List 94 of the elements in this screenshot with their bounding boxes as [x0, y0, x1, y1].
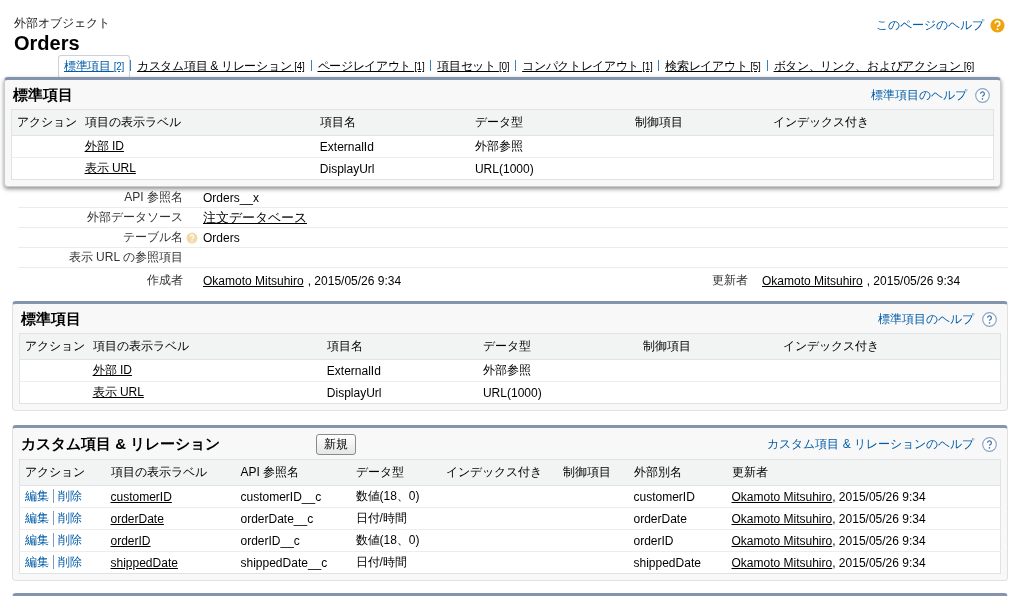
column-header: 制御項目: [638, 333, 779, 360]
table-cell: ExternalId: [321, 359, 478, 382]
table-cell: URL(1000): [477, 381, 639, 404]
field-label: 作成者: [146, 272, 183, 289]
data-source-link[interactable]: 注文データベース: [203, 208, 307, 227]
column-header: 項目名: [321, 333, 478, 360]
table-cell: DisplayUrl: [321, 381, 478, 404]
help-icon[interactable]: [982, 312, 997, 327]
table-cell: 日付/時間: [350, 551, 441, 574]
tab[interactable]: 検索レイアウト [5]: [659, 55, 767, 78]
column-header: 制御項目: [630, 109, 769, 136]
table-cell: orderID__c: [235, 529, 351, 552]
delete-link[interactable]: 削除: [53, 533, 82, 547]
user-link[interactable]: Okamoto Mitsuhiro: [203, 273, 304, 288]
column-header: 項目の表示ラベル: [87, 333, 322, 360]
column-header: 項目の表示ラベル: [105, 459, 236, 486]
column-header: データ型: [477, 333, 639, 360]
table-cell: orderID: [628, 529, 727, 552]
page-title: Orders: [14, 32, 81, 55]
field-link[interactable]: 外部 ID: [84, 139, 124, 153]
field-value: Orders__x: [203, 190, 260, 205]
field-value: Orders: [203, 230, 240, 245]
table-cell: 外部参照: [477, 359, 639, 382]
delete-link[interactable]: 削除: [53, 511, 82, 525]
help-link[interactable]: 標準項目のヘルプ: [878, 311, 974, 328]
object-type-label: 外部オブジェクト: [14, 15, 111, 32]
user-link[interactable]: Okamoto Mitsuhiro: [762, 273, 863, 288]
tab[interactable]: ボタン、リンク、およびアクション [6]: [767, 55, 980, 78]
new-button[interactable]: 新規: [316, 434, 357, 455]
column-header: データ型: [469, 109, 631, 136]
field-label: 表示 URL の参照項目: [67, 249, 183, 266]
table-cell: 数値(18、0): [350, 485, 441, 508]
field-label: テーブル名: [122, 229, 183, 246]
date-text: , 2015/05/26 9:34: [307, 273, 402, 288]
field-label: 更新者: [711, 272, 749, 289]
tab[interactable]: 標準項目 [2]: [58, 55, 131, 78]
column-header: インデックス付き: [440, 459, 558, 486]
help-icon[interactable]: [975, 88, 990, 103]
help-link[interactable]: 標準項目のヘルプ: [871, 87, 967, 104]
table-cell: 数値(18、0): [350, 529, 441, 552]
table-cell: 日付/時間: [350, 507, 441, 530]
column-header: インデックス付き: [768, 109, 994, 136]
table-cell: shippedDate__c: [235, 551, 351, 574]
field-link[interactable]: orderDate: [110, 511, 164, 526]
column-header: 外部別名: [628, 459, 727, 486]
tab[interactable]: コンパクトレイアウト [1]: [516, 55, 659, 78]
column-header: アクション: [11, 109, 80, 136]
table-cell: customerID__c: [235, 485, 351, 508]
date-text: , 2015/05/26 9:34: [866, 273, 961, 288]
column-header: 更新者: [726, 459, 1001, 486]
column-header: アクション: [19, 333, 88, 360]
tab[interactable]: 項目セット [0]: [431, 55, 516, 78]
delete-link[interactable]: 削除: [53, 555, 82, 569]
table-cell: customerID: [628, 485, 727, 508]
field-link[interactable]: 表示 URL: [92, 385, 144, 399]
table-cell: ExternalId: [314, 135, 470, 158]
section-title: 標準項目: [13, 86, 73, 105]
field-link[interactable]: 外部 ID: [92, 363, 132, 377]
tab[interactable]: ページレイアウト [1]: [311, 55, 431, 78]
date-text: , 2015/05/26 9:34: [832, 533, 926, 548]
help-icon[interactable]: [982, 437, 997, 452]
edit-link[interactable]: 編集: [25, 511, 49, 525]
field-link[interactable]: shippedDate: [110, 555, 178, 570]
help-link[interactable]: カスタム項目 & リレーションのヘルプ: [767, 436, 974, 453]
delete-link[interactable]: 削除: [53, 489, 82, 503]
column-header: アクション: [19, 459, 106, 486]
table-cell: 外部参照: [469, 135, 631, 158]
column-header: 項目名: [314, 109, 470, 136]
field-link[interactable]: orderID: [110, 533, 151, 548]
field-label: 外部データソース: [86, 209, 183, 226]
section-title: カスタム項目 & リレーション: [21, 435, 221, 454]
tab[interactable]: カスタム項目 & リレーション [4]: [131, 55, 311, 78]
date-text: , 2015/05/26 9:34: [832, 511, 926, 526]
column-header: 項目の表示ラベル: [79, 109, 315, 136]
table-cell: orderDate: [628, 507, 727, 530]
date-text: , 2015/05/26 9:34: [832, 489, 926, 504]
help-icon[interactable]: [990, 18, 1005, 33]
edit-link[interactable]: 編集: [25, 533, 49, 547]
column-header: API 参照名: [235, 459, 351, 486]
edit-link[interactable]: 編集: [25, 489, 49, 503]
table-cell: orderDate__c: [235, 507, 351, 530]
table-cell: URL(1000): [469, 157, 631, 180]
section-title: 標準項目: [21, 310, 81, 329]
date-text: , 2015/05/26 9:34: [832, 555, 926, 570]
column-header: 制御項目: [557, 459, 629, 486]
field-link[interactable]: customerID: [110, 489, 172, 504]
table-cell: DisplayUrl: [314, 157, 470, 180]
column-header: インデックス付き: [778, 333, 1001, 360]
column-header: データ型: [350, 459, 441, 486]
table-cell: shippedDate: [628, 551, 727, 574]
help-link[interactable]: このページのヘルプ: [876, 17, 984, 34]
edit-link[interactable]: 編集: [25, 555, 49, 569]
field-label: API 参照名: [123, 189, 183, 206]
field-link[interactable]: 表示 URL: [84, 161, 136, 175]
